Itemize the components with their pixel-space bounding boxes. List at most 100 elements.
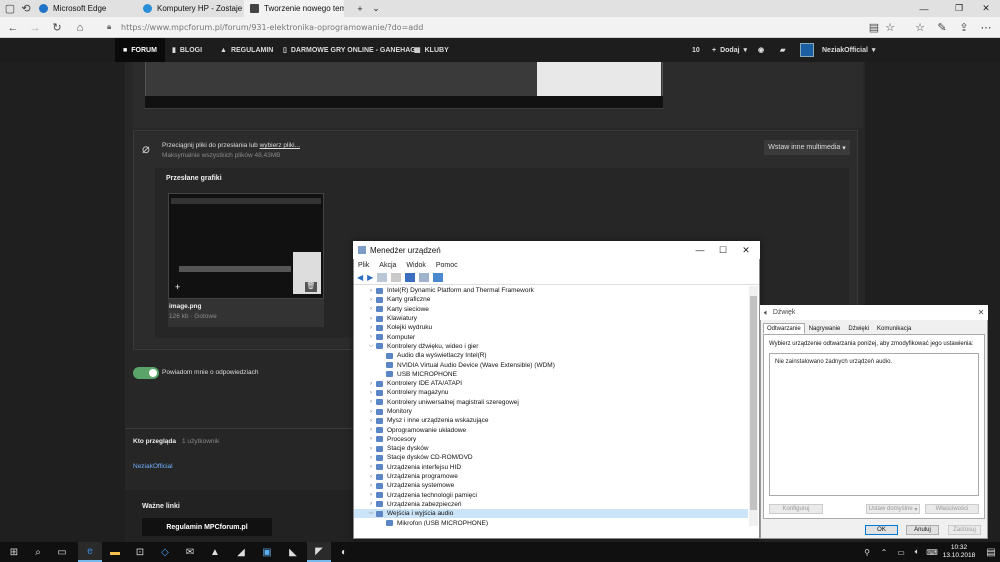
sound-close-button[interactable]: ✕	[974, 305, 988, 320]
tab-nagrywanie[interactable]: Nagrywanie	[805, 323, 845, 334]
mail-icon[interactable]: ✉	[178, 542, 202, 562]
plus-icon[interactable]: +	[175, 282, 180, 292]
cancel-button[interactable]: Anuluj	[906, 525, 939, 535]
globe-icon[interactable]: ◉	[750, 38, 772, 62]
nav-forum[interactable]: ■ FORUM	[115, 38, 165, 62]
configure-button[interactable]: Konfiguruj	[769, 504, 823, 514]
home-icon[interactable]: ⌂	[70, 17, 90, 38]
notify-toggle[interactable]	[133, 367, 159, 379]
device-tree-row[interactable]: Mikrofon (USB MICROPHONE)	[354, 518, 748, 526]
device-tree-row[interactable]: › Urządzenia zabezpieczeń	[354, 500, 748, 509]
device-tree-row[interactable]: › Urządzenia technologii pamięci	[354, 491, 748, 500]
chevron-right-icon[interactable]: ›	[366, 297, 376, 303]
device-tree-row[interactable]: › Karty graficzne	[354, 295, 748, 304]
device-tree-row[interactable]: › Kontrolery IDE ATA/ATAPI	[354, 379, 748, 388]
tab-odtwarzanie[interactable]: Odtwarzanie	[763, 323, 805, 334]
device-tree-row[interactable]: › Kontrolery magazynu	[354, 388, 748, 397]
image-thumbnail[interactable]: + 🗑︎	[168, 193, 324, 299]
device-tree-row[interactable]: › Kolejki wydruku	[354, 323, 748, 332]
chevron-down-icon[interactable]: ⌵	[366, 343, 376, 350]
chevron-right-icon[interactable]: ›	[366, 501, 376, 507]
taskbar-clock[interactable]: 10:32 13.10.2018	[938, 542, 980, 562]
tab-komunikacja[interactable]: Komunikacja	[873, 323, 915, 334]
tab-komputery-hp[interactable]: Komputery HP - Zostaje wy	[137, 0, 243, 17]
file-explorer-icon[interactable]: ▬	[103, 542, 127, 562]
minimize-button[interactable]: —	[910, 0, 938, 17]
chevron-right-icon[interactable]: ›	[366, 492, 376, 498]
properties-icon[interactable]	[391, 273, 402, 282]
user-menu[interactable]: NeziakOfficial ▾	[814, 38, 883, 62]
pinned-app-4-icon[interactable]: ◣	[281, 542, 305, 562]
close-window-button[interactable]: ✕	[972, 0, 1000, 17]
chevron-right-icon[interactable]: ›	[366, 483, 376, 489]
chevron-right-icon[interactable]: ›	[366, 316, 376, 322]
chevron-down-icon[interactable]: ⌄	[362, 0, 390, 17]
chevron-down-icon[interactable]: ⌵	[366, 510, 376, 517]
dm-scroll-thumb[interactable]	[750, 296, 757, 510]
properties-button[interactable]: Właściwości	[925, 504, 979, 514]
nav-blogi[interactable]: ▮ BLOGI	[164, 38, 210, 62]
store-icon[interactable]: ⊡	[128, 542, 152, 562]
dropbox-icon[interactable]: ◇	[153, 542, 177, 562]
device-manager-taskbar-icon[interactable]: ◤	[307, 542, 331, 562]
chevron-right-icon[interactable]: ›	[366, 436, 376, 442]
dm-maximize-button[interactable]: ☐	[711, 241, 735, 259]
avatar[interactable]	[800, 43, 814, 57]
speaker-taskbar-icon[interactable]: ◐	[332, 542, 356, 562]
device-tree-row[interactable]: › Urządzenia programowe	[354, 472, 748, 481]
tree-view-icon[interactable]	[377, 273, 388, 282]
tab-dzwieki[interactable]: Dźwięki	[844, 323, 873, 334]
action-center-icon[interactable]: ▤	[979, 542, 1000, 562]
menu-widok[interactable]: Widok	[406, 262, 425, 269]
chevron-right-icon[interactable]: ›	[366, 381, 376, 387]
device-tree-row[interactable]: › Komputer	[354, 332, 748, 341]
device-tree-row[interactable]: › Kontrolery uniwersalnej magistrali szer…	[354, 398, 748, 407]
nav-kluby[interactable]: ▦ KLUBY	[406, 38, 457, 62]
device-tree-row[interactable]: › Intel(R) Dynamic Platform and Thermal F…	[354, 286, 748, 295]
chevron-right-icon[interactable]: ›	[366, 474, 376, 480]
chevron-right-icon[interactable]: ›	[366, 288, 376, 294]
scan-hardware-icon[interactable]	[433, 273, 444, 282]
messages-icon[interactable]: ▰	[772, 38, 793, 62]
pinned-app-2-icon[interactable]: ◢	[229, 542, 253, 562]
device-tree-row[interactable]: › Karty sieciowe	[354, 305, 748, 314]
chevron-right-icon[interactable]: ›	[366, 464, 376, 470]
insert-media-button[interactable]: Wstaw inne multimedia ▾	[764, 140, 850, 155]
chevron-right-icon[interactable]: ›	[366, 418, 376, 424]
device-tree-row[interactable]: › Monitory	[354, 407, 748, 416]
help-icon[interactable]	[405, 273, 416, 282]
dm-close-button[interactable]: ✕	[734, 241, 758, 259]
device-tree-row[interactable]: ⌵ Wejścia i wyjścia audio	[354, 509, 748, 519]
menu-akcja[interactable]: Akcja	[379, 262, 396, 269]
apply-button[interactable]: Zastosuj	[948, 525, 981, 535]
tab-tworzenie-nowego[interactable]: Tworzenie nowego tem ✕	[244, 0, 344, 17]
menu-plik[interactable]: Plik	[358, 262, 369, 269]
maximize-button[interactable]: ❐	[945, 0, 973, 17]
device-tree-row[interactable]: › Mysz i inne urządzenia wskazujące	[354, 416, 748, 425]
device-tree-row[interactable]: › Urządzenia systemowe	[354, 481, 748, 490]
ok-button[interactable]: OK	[865, 525, 898, 535]
device-tree-row[interactable]: USB MICROPHONE	[354, 370, 748, 379]
device-tree-row[interactable]: › Klawiatury	[354, 314, 748, 323]
start-button[interactable]: ⊞	[2, 542, 26, 562]
choose-files-link[interactable]: wybierz pliki...	[260, 142, 300, 149]
refresh-icon[interactable]: ↻	[47, 17, 67, 38]
add-button[interactable]: + Dodaj ▾	[704, 38, 755, 62]
device-tree-row[interactable]: Audio dla wyświetlaczy Intel(R)	[354, 351, 748, 360]
playback-device-list[interactable]: Nie zainstalowano żadnych urządzeń audio…	[769, 353, 979, 496]
view-icon[interactable]	[419, 273, 430, 282]
chevron-right-icon[interactable]: ›	[366, 306, 376, 312]
pinned-app-icon[interactable]: ▲	[203, 542, 227, 562]
chevron-right-icon[interactable]: ›	[366, 446, 376, 452]
device-tree-row[interactable]: NVIDIA Virtual Audio Device (Wave Extens…	[354, 360, 748, 369]
notes-pen-icon[interactable]: ✎	[932, 17, 952, 38]
share-icon[interactable]: ⇪	[954, 17, 974, 38]
device-tree-row[interactable]: › Procesory	[354, 435, 748, 444]
device-tree-row[interactable]: › Urządzenia interfejsu HID	[354, 463, 748, 472]
favorites-hub-icon[interactable]: ☆	[910, 17, 930, 38]
delete-icon[interactable]: 🗑︎	[305, 282, 317, 292]
nav-darmowe-gry[interactable]: ▯ DARMOWE GRY ONLINE - GANEHAG	[275, 38, 424, 62]
chevron-right-icon[interactable]: ›	[366, 390, 376, 396]
rules-link[interactable]: Regulamin MPCforum.pl	[142, 518, 272, 536]
more-icon[interactable]: ⋯	[976, 17, 996, 38]
